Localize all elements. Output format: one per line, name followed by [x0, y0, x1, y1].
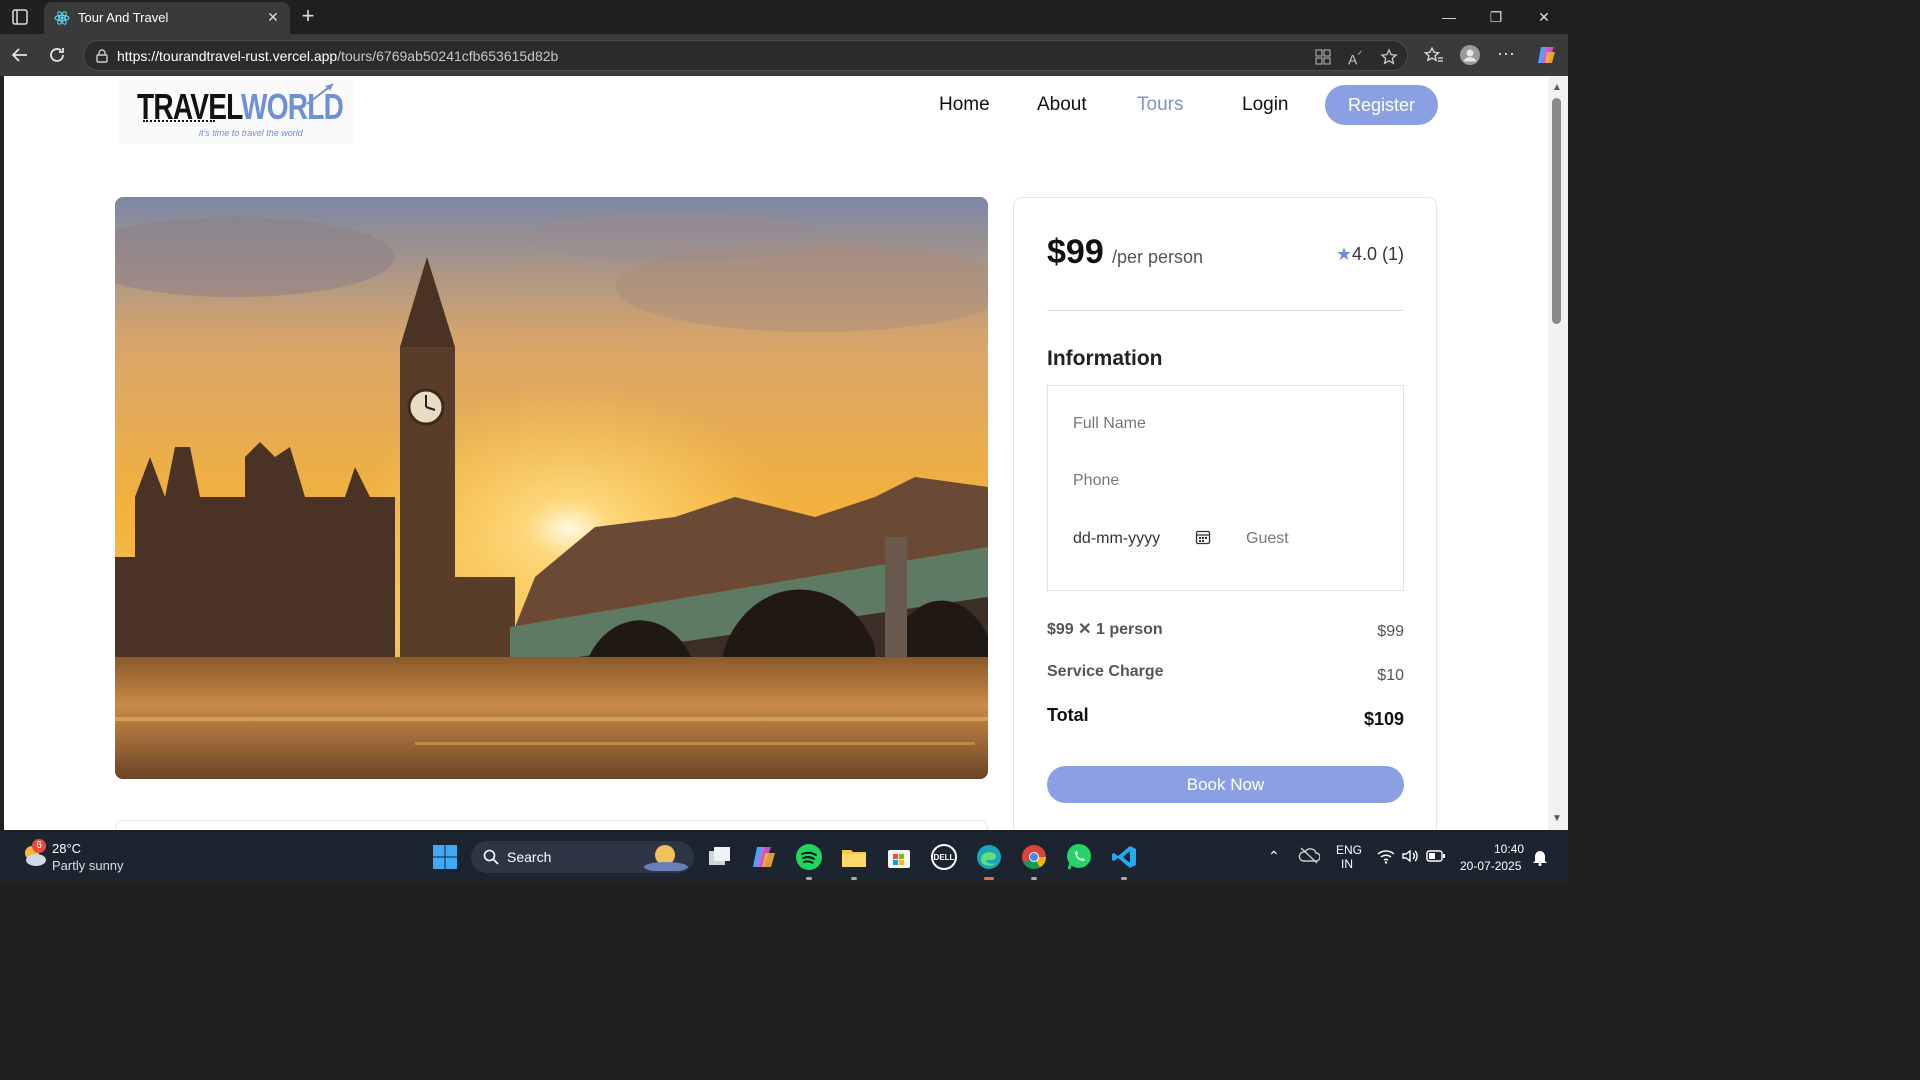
scroll-up-icon[interactable]: ▲ — [1551, 82, 1563, 93]
tour-details-card — [115, 820, 988, 830]
back-icon[interactable] — [9, 44, 31, 66]
calendar-icon[interactable] — [1195, 529, 1211, 545]
lock-icon[interactable] — [94, 48, 110, 64]
search-label: Search — [507, 849, 552, 865]
star-icon: ★ — [1335, 244, 1352, 264]
taskbar-search[interactable]: Search — [471, 841, 694, 873]
browser-tab[interactable]: Tour And Travel ✕ — [44, 2, 290, 34]
favorite-star-icon[interactable] — [1380, 48, 1398, 66]
volume-icon[interactable] — [1401, 848, 1419, 867]
full-name-field[interactable]: Full Name — [1073, 415, 1146, 433]
phone-field[interactable]: Phone — [1073, 472, 1119, 490]
battery-icon[interactable] — [1426, 849, 1446, 866]
windows-start-icon[interactable] — [431, 843, 459, 871]
new-tab-icon[interactable]: + — [297, 5, 319, 27]
dell-icon[interactable]: DELL — [930, 843, 958, 871]
running-indicator — [1121, 877, 1127, 880]
close-tab-icon[interactable]: ✕ — [264, 8, 282, 26]
copilot-icon[interactable] — [1535, 44, 1557, 66]
date-field[interactable]: dd-mm-yyyy — [1073, 530, 1160, 548]
book-now-button[interactable]: Book Now — [1047, 766, 1404, 803]
show-hidden-icons-icon[interactable]: ⌃ — [1268, 848, 1280, 865]
address-bar[interactable]: https://tourandtravel-rust.vercel.app/to… — [83, 40, 1408, 71]
clock-time[interactable]: 10:40 — [1494, 842, 1524, 856]
spotify-icon[interactable] — [795, 843, 823, 871]
running-indicator — [1031, 877, 1037, 880]
clock-date[interactable]: 20-07-2025 — [1460, 859, 1521, 873]
total-value: $109 — [1363, 709, 1404, 729]
profile-avatar-icon[interactable] — [1459, 44, 1481, 66]
per-person-label: /per person — [1112, 247, 1204, 267]
guest-field[interactable]: Guest — [1246, 530, 1289, 548]
svg-text:DELL: DELL — [934, 853, 955, 862]
nav-login[interactable]: Login — [1242, 94, 1289, 116]
whatsapp-icon[interactable] — [1065, 843, 1093, 871]
tour-rating: ★4.0 (1) — [1335, 244, 1404, 264]
language-indicator[interactable]: ENG IN — [1336, 843, 1362, 871]
register-button[interactable]: Register — [1325, 85, 1438, 125]
edge-icon[interactable] — [975, 843, 1003, 871]
logo-tagline: it's time to travel the world — [199, 128, 303, 138]
weather-badge: 6 — [32, 839, 46, 853]
weather-condition[interactable]: Partly sunny — [52, 858, 124, 873]
nav-about[interactable]: About — [1037, 94, 1087, 116]
search-icon — [483, 849, 499, 865]
nav-home[interactable]: Home — [939, 94, 990, 116]
wifi-icon[interactable] — [1377, 848, 1395, 867]
divider — [1047, 310, 1404, 311]
chrome-icon[interactable] — [1020, 843, 1048, 871]
booking-card: $99 /per person ★4.0 (1) Information Ful… — [1013, 197, 1437, 830]
windows-taskbar: 6 28°C Partly sunny Search DELL ⌃ ENG IN… — [0, 832, 1568, 882]
copilot-app-icon[interactable] — [750, 843, 778, 871]
notifications-icon[interactable] — [1532, 848, 1548, 869]
minimize-icon[interactable]: — — [1440, 8, 1458, 26]
favorites-icon[interactable] — [1423, 44, 1445, 66]
more-options-icon[interactable]: ··· — [1497, 44, 1519, 66]
vscode-icon[interactable] — [1110, 843, 1138, 871]
price-per-person-value: $99 — [1377, 623, 1404, 640]
price-per-person-label: $99 ✕ 1 person — [1047, 621, 1163, 638]
page-scrollbar[interactable]: ▲ ▼ — [1548, 76, 1568, 830]
nav-tours[interactable]: Tours — [1137, 94, 1183, 116]
service-charge-label: Service Charge — [1047, 663, 1164, 680]
close-window-icon[interactable]: ✕ — [1535, 8, 1553, 26]
browser-toolbar: https://tourandtravel-rust.vercel.app/to… — [0, 34, 1568, 76]
read-aloud-icon[interactable]: Aᐟ — [1348, 48, 1366, 68]
search-highlight-icon — [643, 843, 689, 872]
web-page: TRAVELWORLD it's time to travel the worl… — [4, 76, 1548, 830]
url-text[interactable]: https://tourandtravel-rust.vercel.app/to… — [117, 48, 558, 64]
onedrive-offline-icon[interactable] — [1298, 846, 1321, 867]
service-charge-value: $10 — [1377, 667, 1404, 684]
microsoft-store-icon[interactable] — [885, 843, 913, 871]
information-heading: Information — [1047, 347, 1163, 370]
temperature[interactable]: 28°C — [52, 841, 81, 856]
airplane-icon — [305, 82, 335, 106]
booking-form: Full Name Phone dd-mm-yyyy Guest — [1047, 385, 1404, 591]
browser-titlebar: Tour And Travel ✕ + — ❐ ✕ — [0, 0, 1568, 34]
active-indicator — [984, 877, 994, 880]
running-indicator — [806, 877, 812, 880]
app-available-icon[interactable] — [1314, 48, 1332, 66]
site-logo[interactable]: TRAVELWORLD it's time to travel the worl… — [119, 80, 354, 144]
tour-photo — [115, 197, 988, 779]
react-favicon-icon — [54, 10, 70, 26]
total-label: Total — [1047, 705, 1089, 725]
tab-actions-icon[interactable] — [10, 7, 30, 27]
file-explorer-icon[interactable] — [840, 843, 868, 871]
scrollbar-thumb[interactable] — [1552, 98, 1561, 324]
refresh-icon[interactable] — [46, 44, 68, 66]
tour-price: $99 — [1047, 233, 1104, 271]
task-view-icon[interactable] — [705, 843, 733, 871]
restore-icon[interactable]: ❐ — [1487, 8, 1505, 26]
running-indicator — [851, 877, 857, 880]
scroll-down-icon[interactable]: ▼ — [1551, 813, 1563, 824]
logo-dotted-path — [143, 120, 215, 122]
tab-title: Tour And Travel — [78, 10, 169, 25]
